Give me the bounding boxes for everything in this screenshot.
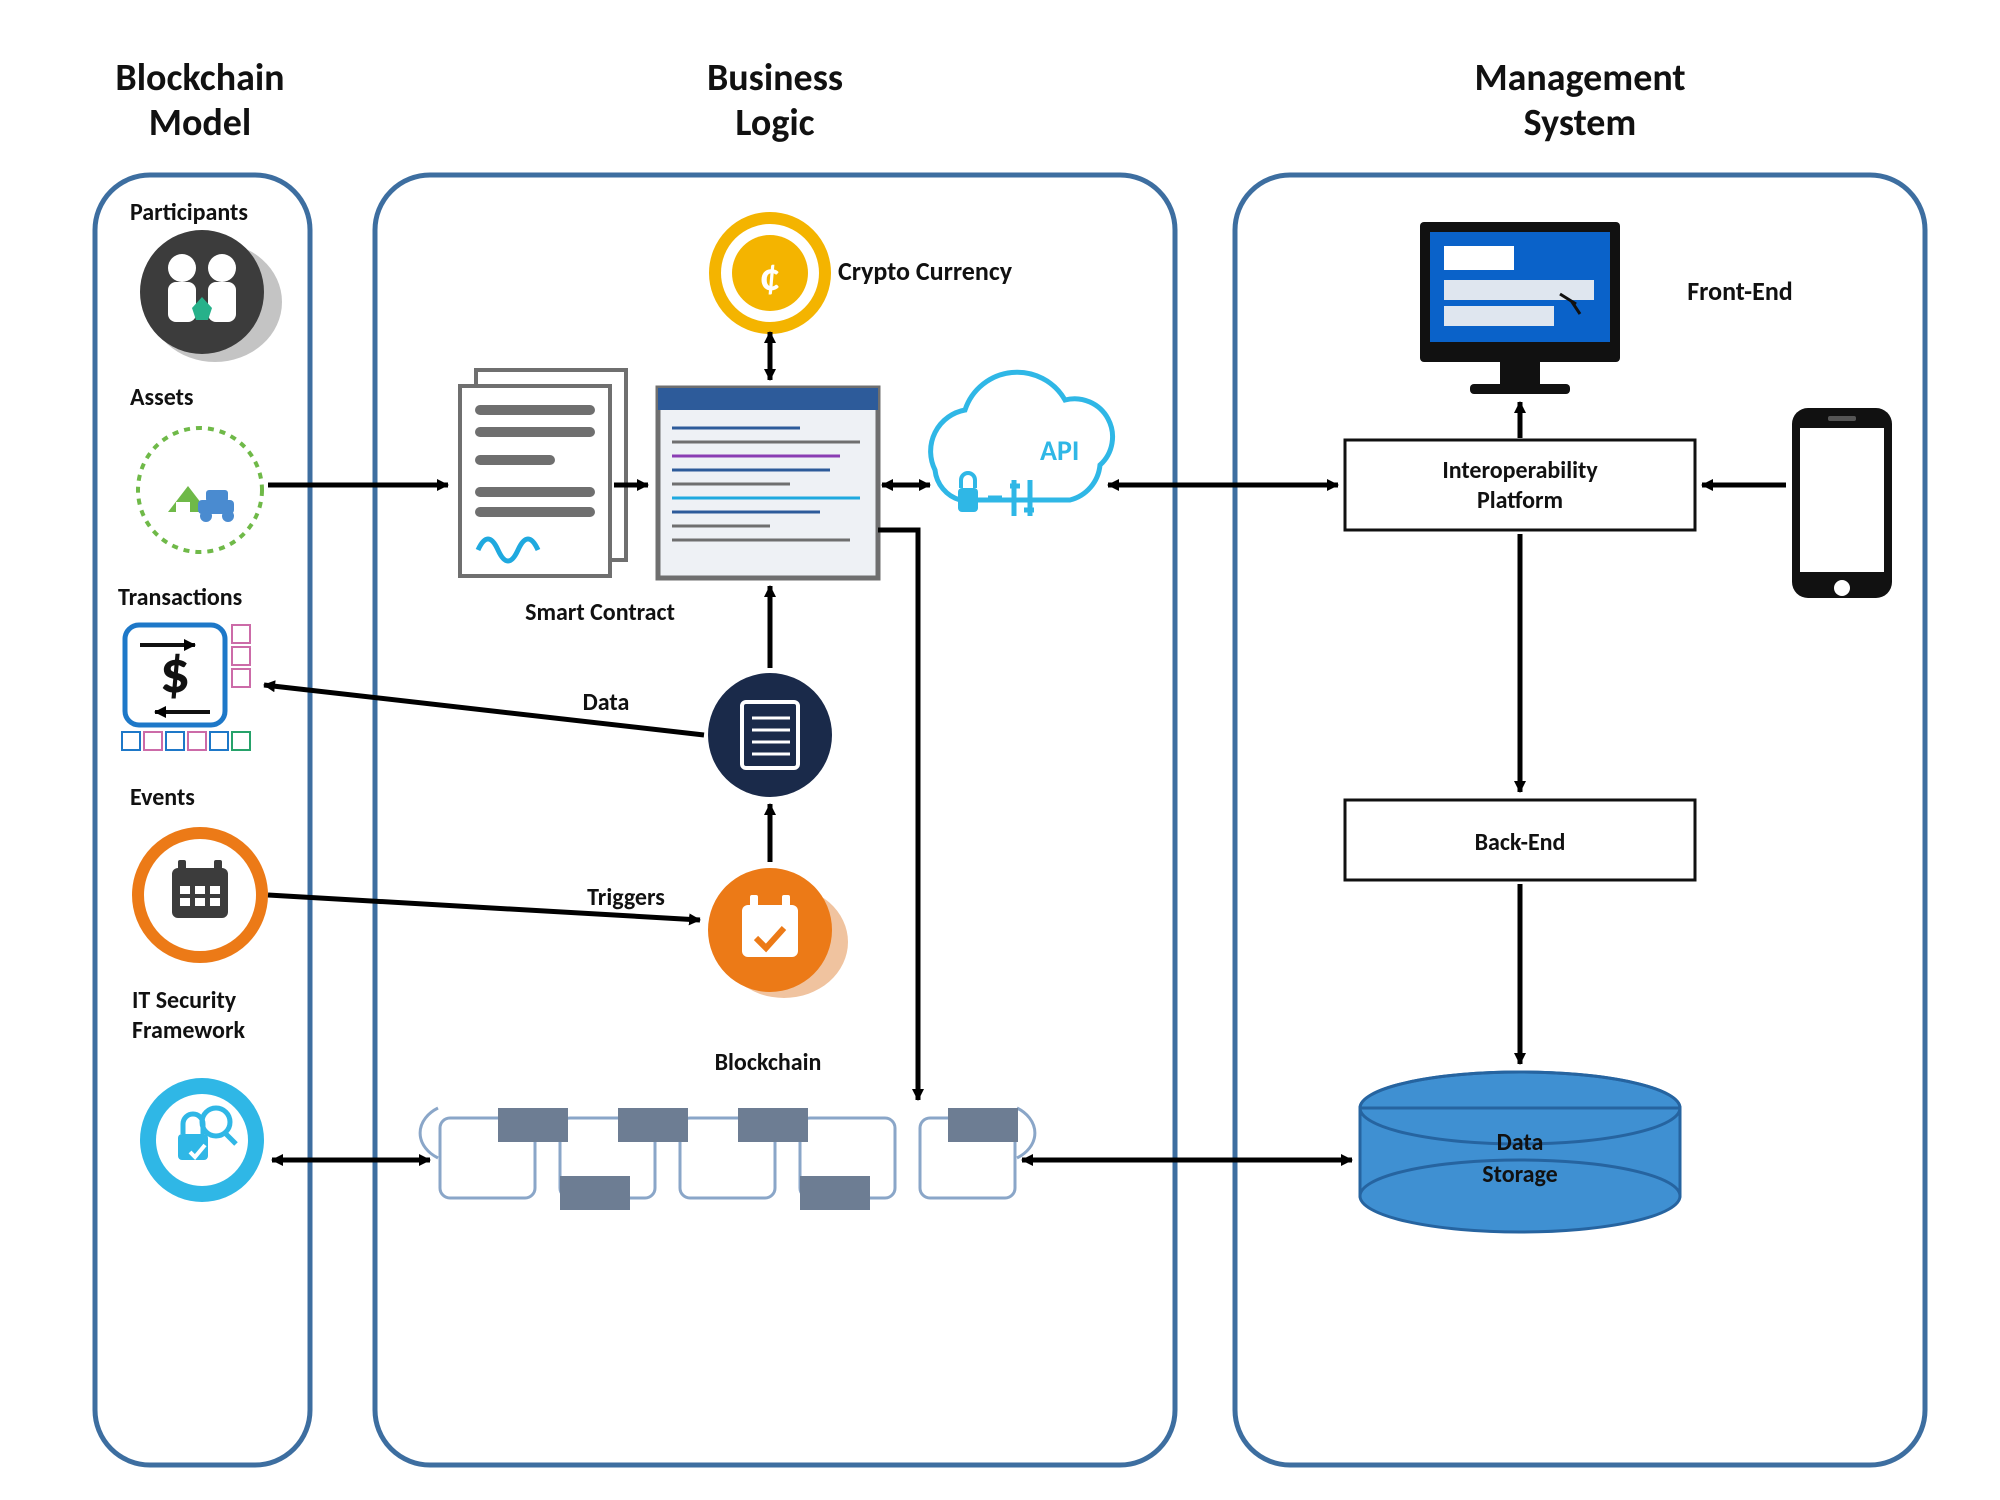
label-back-end: Back-End xyxy=(1475,828,1566,857)
it-security-icon xyxy=(140,1078,264,1202)
label-participants: Participants xyxy=(130,198,248,227)
api-cloud-icon: API xyxy=(931,372,1113,516)
front-end-monitor-icon xyxy=(1420,222,1620,394)
blockchain-architecture-diagram: Blockchain Model Business Logic Manageme… xyxy=(0,0,2000,1500)
events-icon xyxy=(138,833,262,957)
blockchain-chain-icon xyxy=(420,1108,1035,1210)
triggers-icon xyxy=(708,868,848,998)
data-icon xyxy=(708,673,832,797)
smartphone-icon xyxy=(1792,408,1892,598)
col-title-management-system-1: Management xyxy=(1474,55,1685,101)
arrow-code-blockchain xyxy=(878,530,918,1100)
col-title-management-system-2: System xyxy=(1524,100,1637,146)
label-data-storage-2: Storage xyxy=(1482,1160,1557,1189)
transactions-icon: $ xyxy=(122,625,250,750)
arrow-data-transactions xyxy=(264,685,704,735)
label-front-end: Front-End xyxy=(1687,275,1792,307)
label-data: Data xyxy=(583,688,630,717)
label-blockchain: Blockchain xyxy=(715,1048,822,1077)
label-transactions: Transactions xyxy=(118,583,242,612)
label-api: API xyxy=(1040,433,1079,468)
col-title-business-logic-1: Business xyxy=(707,55,843,101)
assets-icon xyxy=(138,428,262,552)
label-assets: Assets xyxy=(130,383,194,412)
svg-text:¢: ¢ xyxy=(760,251,781,302)
label-triggers: Triggers xyxy=(587,883,665,912)
label-it-security-2: Framework xyxy=(132,1016,245,1045)
label-crypto-currency: Crypto Currency xyxy=(838,255,1013,287)
smart-contract-code-window-icon xyxy=(658,388,878,578)
label-interoperability-2: Platform xyxy=(1477,486,1563,515)
column-frame-blockchain-model xyxy=(95,175,310,1465)
crypto-currency-icon: ¢ xyxy=(710,213,830,333)
interoperability-platform-box xyxy=(1345,440,1695,530)
smart-contract-document-icon xyxy=(460,370,626,576)
label-interoperability-1: Interoperability xyxy=(1442,456,1598,485)
label-it-security-1: IT Security xyxy=(132,986,237,1015)
label-events: Events xyxy=(130,783,195,812)
participants-icon xyxy=(140,230,282,362)
label-data-storage-1: Data xyxy=(1497,1128,1544,1157)
col-title-blockchain-model-2: Model xyxy=(149,100,252,146)
col-title-blockchain-model-1: Blockchain xyxy=(115,55,284,101)
col-title-business-logic-2: Logic xyxy=(735,100,814,146)
label-smart-contract: Smart Contract xyxy=(525,598,675,627)
